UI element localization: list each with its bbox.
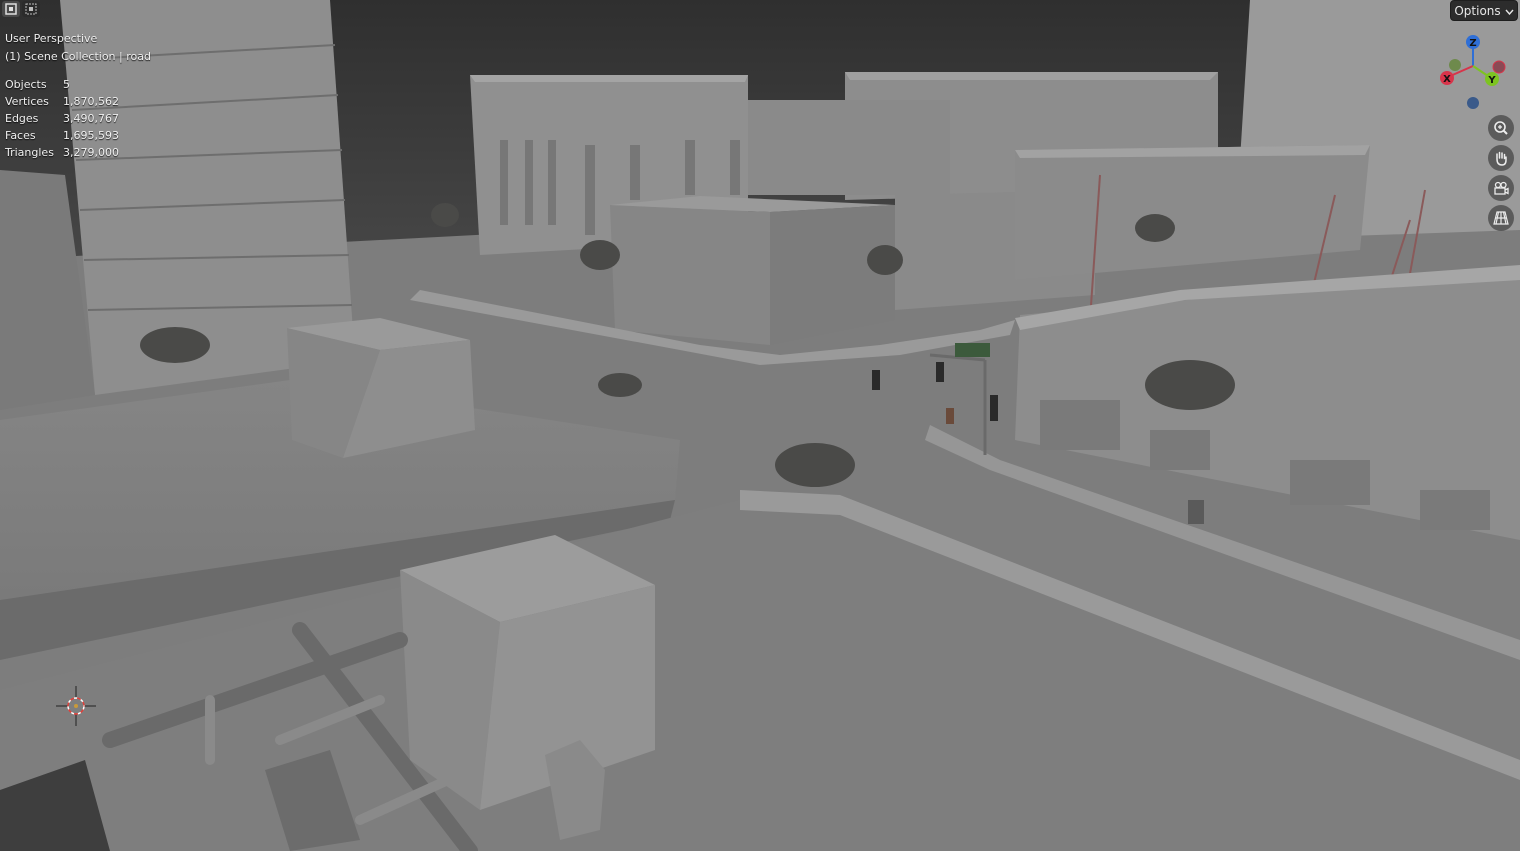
chevron-down-icon <box>1505 4 1514 18</box>
stat-value: 5 <box>63 78 70 91</box>
x-axis-label: X <box>1443 74 1451 85</box>
stat-value: 1,870,562 <box>63 95 119 108</box>
view-name: User Perspective <box>5 32 98 45</box>
neg-z-axis-handle[interactable] <box>1467 97 1479 109</box>
scene-render <box>0 0 1520 851</box>
stat-value: 1,695,593 <box>63 129 119 142</box>
stat-label: Edges <box>5 112 39 125</box>
y-axis-handle[interactable]: Y <box>1485 72 1499 86</box>
z-axis-label: Z <box>1469 38 1476 49</box>
neg-y-axis-handle[interactable] <box>1449 59 1461 71</box>
select-mode-group <box>2 1 40 17</box>
hand-pan-icon[interactable] <box>1488 145 1514 171</box>
zoom-icon[interactable] <box>1488 115 1514 141</box>
z-axis-handle[interactable]: Z <box>1466 35 1480 49</box>
stat-row: Edges 3,490,767 <box>5 110 119 127</box>
grid-perspective-icon[interactable] <box>1488 205 1514 231</box>
stat-value: 3,490,767 <box>63 112 119 125</box>
stat-row: Faces 1,695,593 <box>5 127 119 144</box>
3d-cursor-icon[interactable] <box>56 686 96 726</box>
select-mode-icon[interactable] <box>22 1 40 17</box>
stat-label: Faces <box>5 129 36 142</box>
scene-statistics: Objects 5 Vertices 1,870,562 Edges 3,490… <box>5 76 119 161</box>
y-axis-label: Y <box>1487 75 1496 86</box>
navigation-gizmo[interactable]: Z X Y <box>1436 30 1512 114</box>
stat-label: Triangles <box>5 146 54 159</box>
stat-label: Vertices <box>5 95 49 108</box>
stat-row: Triangles 3,279,000 <box>5 144 119 161</box>
stat-label: Objects <box>5 78 47 91</box>
collection-path: (1) Scene Collection | road <box>5 50 151 63</box>
neg-x-axis-handle[interactable] <box>1492 60 1506 74</box>
3d-viewport[interactable]: Options User Perspective (1) Scene Colle… <box>0 0 1520 851</box>
camera-icon[interactable] <box>1488 175 1514 201</box>
select-box-icon[interactable] <box>2 1 20 17</box>
stat-row: Objects 5 <box>5 76 119 93</box>
options-dropdown[interactable]: Options <box>1450 0 1518 21</box>
options-label: Options <box>1454 3 1501 18</box>
stat-row: Vertices 1,870,562 <box>5 93 119 110</box>
x-axis-handle[interactable]: X <box>1440 71 1454 85</box>
stat-value: 3,279,000 <box>63 146 119 159</box>
